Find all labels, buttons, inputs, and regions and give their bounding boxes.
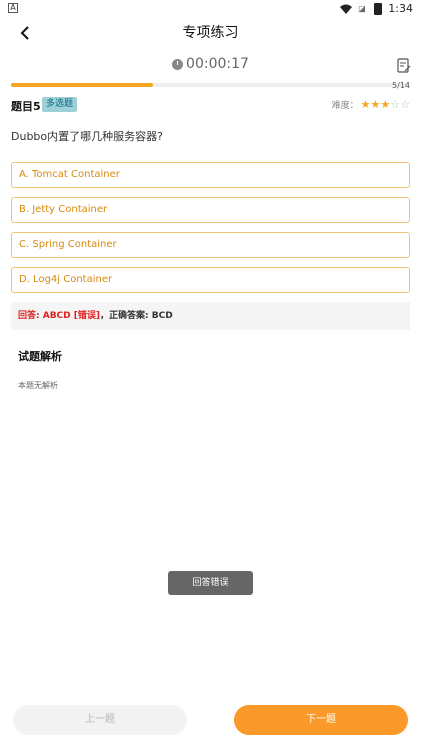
clock-icon xyxy=(172,58,184,70)
result-separator: ， xyxy=(100,311,110,321)
next-question-button[interactable]: 下一题 xyxy=(234,705,408,735)
star-filled-icon: ★ xyxy=(380,97,391,111)
progress-fill xyxy=(11,83,154,87)
question-number: 题目5 xyxy=(11,100,41,113)
star-empty-icon: ☆ xyxy=(390,97,401,111)
sim-icon: ◪ xyxy=(358,3,366,13)
question-header: 题目5 多选题 难度： ★★★☆☆ xyxy=(11,97,410,113)
analysis-title: 试题解析 xyxy=(18,350,62,363)
option-d[interactable]: D. Log4j Container xyxy=(11,267,410,293)
option-b[interactable]: B. Jetty Container xyxy=(11,197,410,223)
star-filled-icon: ★ xyxy=(370,97,381,111)
option-c[interactable]: C. Spring Container xyxy=(11,232,410,258)
notification-icon: A xyxy=(8,3,18,13)
answer-result: 回答: ABCD [错误]，正确答案: BCD xyxy=(11,302,410,330)
option-a[interactable]: A. Tomcat Container xyxy=(11,162,410,188)
timer-value: 00:00:17 xyxy=(186,56,249,72)
correct-answer: 正确答案: BCD xyxy=(109,311,173,321)
question-text: Dubbo内置了哪几种服务容器? xyxy=(11,130,163,143)
difficulty-label: 难度： xyxy=(331,101,359,111)
answer-sheet-icon[interactable] xyxy=(397,58,411,74)
progress-bar xyxy=(11,83,409,87)
nav-bar: 专项练习 xyxy=(0,18,421,46)
difficulty-rating: 难度： ★★★☆☆ xyxy=(331,98,410,112)
status-icons: ◪ 1:34 xyxy=(340,2,413,15)
battery-icon xyxy=(374,2,383,15)
difficulty-stars: ★★★☆☆ xyxy=(361,99,410,111)
prev-question-button[interactable]: 上一题 xyxy=(13,705,187,735)
question-type-badge: 多选题 xyxy=(42,97,78,112)
user-answer: 回答: ABCD [错误] xyxy=(18,311,100,321)
status-bar: A ◪ 1:34 xyxy=(0,0,421,18)
star-empty-icon: ☆ xyxy=(400,97,410,111)
analysis-body: 本题无解析 xyxy=(18,381,58,390)
wifi-icon xyxy=(340,4,353,14)
timer: 00:00:17 xyxy=(0,56,421,72)
status-time: 1:34 xyxy=(388,2,413,15)
page-title: 专项练习 xyxy=(182,25,239,41)
star-filled-icon: ★ xyxy=(360,97,371,111)
progress-text: 5/14 xyxy=(392,81,410,90)
toast-message: 回答错误 xyxy=(168,571,253,595)
